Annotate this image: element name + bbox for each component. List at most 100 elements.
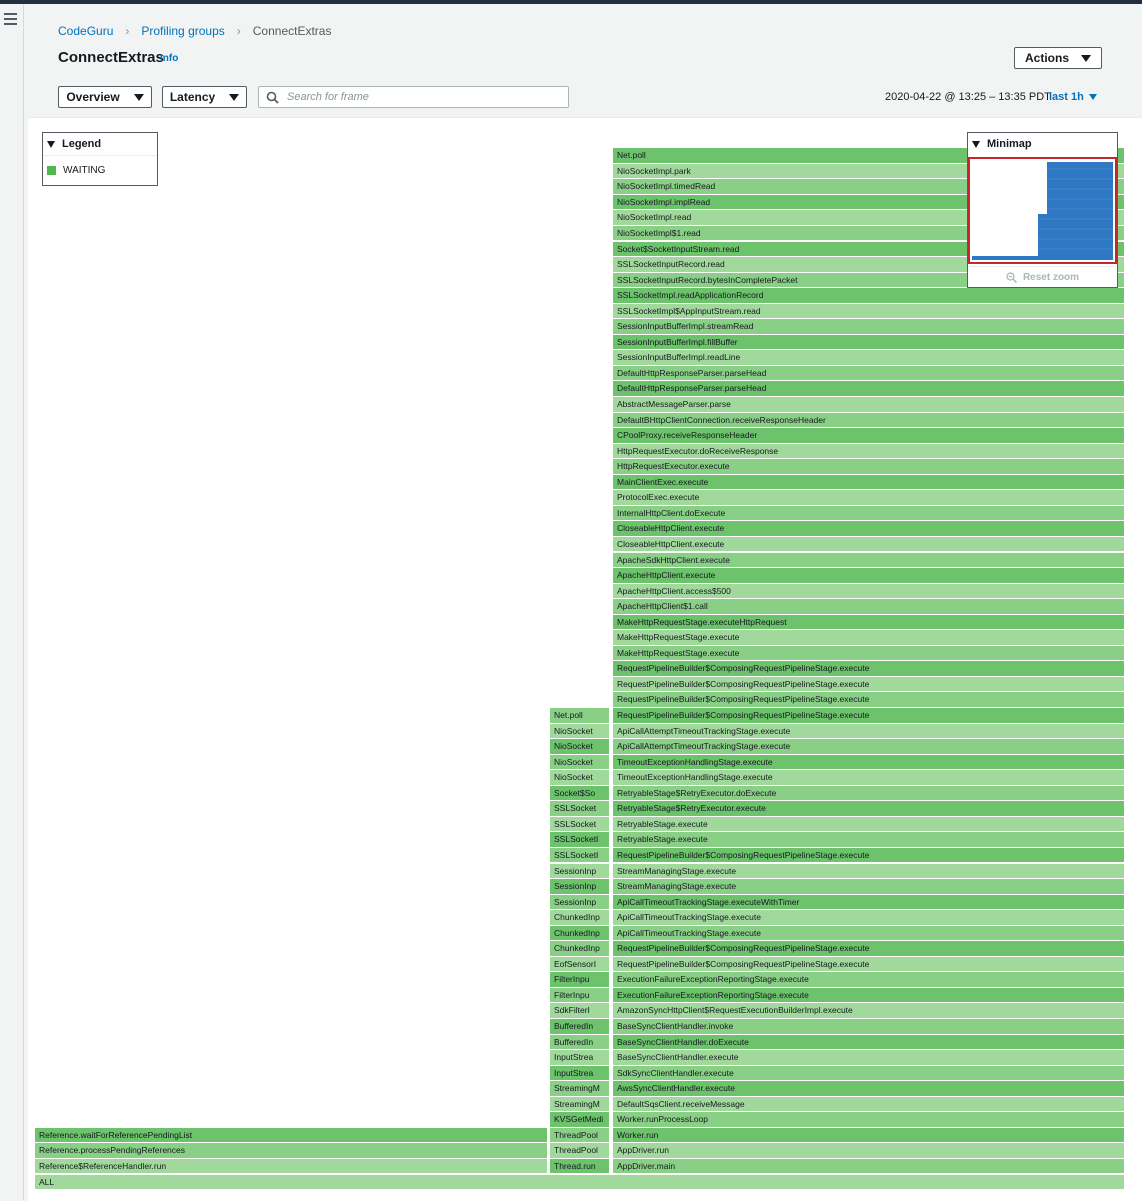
info-link[interactable]: Info <box>160 53 178 64</box>
flame-frame[interactable]: SSLSocketImpl.readApplicationRecord <box>613 288 1125 303</box>
flame-frame[interactable]: Net.poll <box>550 708 610 723</box>
flame-frame[interactable]: FilterInpu <box>550 972 610 987</box>
flame-frame[interactable]: SessionInp <box>550 879 610 894</box>
flame-frame[interactable]: ApiCallTimeoutTrackingStage.execute <box>613 910 1125 925</box>
flame-frame[interactable]: ChunkedInp <box>550 925 610 941</box>
flame-frame[interactable]: ExecutionFailureExceptionReportingStage.… <box>613 987 1125 1003</box>
flame-frame[interactable]: ChunkedInp <box>550 910 610 925</box>
breadcrumb-profiling-groups[interactable]: Profiling groups <box>141 24 224 38</box>
flame-frame[interactable]: KVSGetMedi <box>550 1112 610 1127</box>
flame-frame[interactable]: RetryableStage.execute <box>613 832 1125 847</box>
flame-frame[interactable]: InputStrea <box>550 1050 610 1065</box>
flame-frame[interactable]: ApacheHttpClient.access$500 <box>613 583 1125 599</box>
flame-frame[interactable]: RequestPipelineBuilder$ComposingRequestP… <box>613 708 1125 723</box>
flame-frame[interactable]: ApacheSdkHttpClient.execute <box>613 552 1125 567</box>
flame-frame[interactable]: BaseSyncClientHandler.invoke <box>613 1019 1125 1034</box>
flame-frame[interactable]: EofSensorI <box>550 956 610 972</box>
flame-frame[interactable]: AwsSyncClientHandler.execute <box>613 1081 1125 1096</box>
flame-frame[interactable]: Reference$ReferenceHandler.run <box>35 1158 548 1174</box>
hamburger-menu-icon[interactable] <box>4 13 18 25</box>
flame-frame[interactable]: BufferedIn <box>550 1034 610 1050</box>
flame-frame[interactable]: RetryableStage.execute <box>613 816 1125 832</box>
flame-frame[interactable]: ThreadPool <box>550 1127 610 1143</box>
flame-frame[interactable]: ApiCallTimeoutTrackingStage.executeWithT… <box>613 894 1125 910</box>
flame-frame[interactable]: Reference.processPendingReferences <box>35 1143 548 1158</box>
flame-frame[interactable]: RetryableStage$RetryExecutor.execute <box>613 801 1125 816</box>
flame-frame[interactable]: AmazonSyncHttpClient$RequestExecutionBui… <box>613 1003 1125 1018</box>
flame-frame[interactable]: MakeHttpRequestStage.execute <box>613 630 1125 645</box>
flame-frame[interactable]: ProtocolExec.execute <box>613 490 1125 505</box>
flame-frame[interactable]: CPoolProxy.receiveResponseHeader <box>613 428 1125 443</box>
flame-frame[interactable]: StreamManagingStage.execute <box>613 863 1125 878</box>
flame-frame[interactable]: ChunkedInp <box>550 941 610 956</box>
flame-frame[interactable]: ApiCallTimeoutTrackingStage.execute <box>613 925 1125 941</box>
flame-frame[interactable]: SSLSocketImpl$AppInputStream.read <box>613 303 1125 319</box>
flame-frame[interactable]: TimeoutExceptionHandlingStage.execute <box>613 770 1125 785</box>
flame-frame[interactable]: NioSocket <box>550 723 610 739</box>
flame-frame[interactable]: SSLSocketI <box>550 832 610 847</box>
flame-frame[interactable]: BaseSyncClientHandler.execute <box>613 1050 1125 1065</box>
flame-frame[interactable]: SessionInputBufferImpl.fillBuffer <box>613 334 1125 350</box>
flame-frame[interactable]: AppDriver.main <box>613 1158 1125 1174</box>
flame-frame[interactable]: SdkSyncClientHandler.execute <box>613 1065 1125 1081</box>
flame-frame[interactable]: TimeoutExceptionHandlingStage.execute <box>613 754 1125 770</box>
time-range-select[interactable]: last 1h <box>1049 91 1097 103</box>
flame-frame[interactable]: RequestPipelineBuilder$ComposingRequestP… <box>613 661 1125 676</box>
flame-frame[interactable]: BufferedIn <box>550 1019 610 1034</box>
flame-frame[interactable]: HttpRequestExecutor.doReceiveResponse <box>613 443 1125 459</box>
flame-frame[interactable]: RequestPipelineBuilder$ComposingRequestP… <box>613 956 1125 972</box>
flame-frame[interactable]: SdkFilterI <box>550 1003 610 1018</box>
flame-frame[interactable]: StreamingM <box>550 1096 610 1112</box>
flame-frame[interactable]: DefaultSqsClient.receiveMessage <box>613 1096 1125 1112</box>
reset-zoom-button[interactable]: Reset zoom <box>968 266 1117 288</box>
flame-frame[interactable]: DefaultHttpResponseParser.parseHead <box>613 381 1125 396</box>
flame-frame[interactable]: NioSocket <box>550 770 610 785</box>
flame-frame[interactable]: StreamingM <box>550 1081 610 1096</box>
flame-frame[interactable]: HttpRequestExecutor.execute <box>613 459 1125 474</box>
flame-frame[interactable]: SessionInputBufferImpl.streamRead <box>613 319 1125 334</box>
minimap-viewport[interactable] <box>968 157 1117 264</box>
flame-frame[interactable]: ThreadPool <box>550 1143 610 1158</box>
flame-frame[interactable]: Socket$So <box>550 785 610 801</box>
flame-frame[interactable]: InputStrea <box>550 1065 610 1081</box>
flame-frame[interactable]: SSLSocketI <box>550 847 610 863</box>
flame-frame[interactable]: Reference.waitForReferencePendingList <box>35 1127 548 1143</box>
flame-frame[interactable]: RequestPipelineBuilder$ComposingRequestP… <box>613 941 1125 956</box>
flame-frame[interactable]: CloseableHttpClient.execute <box>613 536 1125 552</box>
metric-select[interactable]: Latency <box>162 86 247 108</box>
legend-toggle[interactable]: Legend <box>43 133 157 156</box>
minimap-toggle[interactable]: Minimap <box>968 133 1117 155</box>
flame-frame[interactable]: BaseSyncClientHandler.doExecute <box>613 1034 1125 1050</box>
flame-frame[interactable]: MakeHttpRequestStage.executeHttpRequest <box>613 614 1125 630</box>
flame-frame[interactable]: RequestPipelineBuilder$ComposingRequestP… <box>613 676 1125 692</box>
flame-frame[interactable]: MainClientExec.execute <box>613 474 1125 490</box>
flame-frame[interactable]: MakeHttpRequestStage.execute <box>613 645 1125 661</box>
flame-frame[interactable]: DefaultBHttpClientConnection.receiveResp… <box>613 412 1125 428</box>
flame-frame[interactable]: RequestPipelineBuilder$ComposingRequestP… <box>613 692 1125 707</box>
flame-frame[interactable]: SessionInp <box>550 863 610 878</box>
flame-frame[interactable]: NioSocket <box>550 754 610 770</box>
view-select[interactable]: Overview <box>58 86 152 108</box>
flame-frame[interactable]: CloseableHttpClient.execute <box>613 521 1125 536</box>
flame-frame[interactable]: NioSocket <box>550 739 610 754</box>
flame-frame[interactable]: ExecutionFailureExceptionReportingStage.… <box>613 972 1125 987</box>
flame-frame[interactable]: RetryableStage$RetryExecutor.doExecute <box>613 785 1125 801</box>
breadcrumb-codeguru[interactable]: CodeGuru <box>58 24 113 38</box>
flame-frame[interactable]: DefaultHttpResponseParser.parseHead <box>613 365 1125 381</box>
flame-frame[interactable]: AbstractMessageParser.parse <box>613 397 1125 412</box>
flame-frame[interactable]: InternalHttpClient.doExecute <box>613 505 1125 521</box>
flame-frame[interactable]: ApiCallAttemptTimeoutTrackingStage.execu… <box>613 723 1125 739</box>
flame-frame[interactable]: ApiCallAttemptTimeoutTrackingStage.execu… <box>613 739 1125 754</box>
flame-frame[interactable]: ApacheHttpClient.execute <box>613 568 1125 583</box>
flame-frame[interactable]: ApacheHttpClient$1.call <box>613 599 1125 614</box>
flame-frame[interactable]: Thread.run <box>550 1158 610 1174</box>
flame-frame[interactable]: ALL <box>35 1174 1125 1189</box>
search-input[interactable] <box>285 90 559 104</box>
flame-frame[interactable]: Worker.run <box>613 1127 1125 1143</box>
flame-frame[interactable]: RequestPipelineBuilder$ComposingRequestP… <box>613 847 1125 863</box>
flame-frame[interactable]: SSLSocket <box>550 801 610 816</box>
flame-frame[interactable]: SSLSocket <box>550 816 610 832</box>
flame-frame[interactable]: Worker.runProcessLoop <box>613 1112 1125 1127</box>
actions-button[interactable]: Actions <box>1014 47 1102 69</box>
flame-frame[interactable]: FilterInpu <box>550 987 610 1003</box>
